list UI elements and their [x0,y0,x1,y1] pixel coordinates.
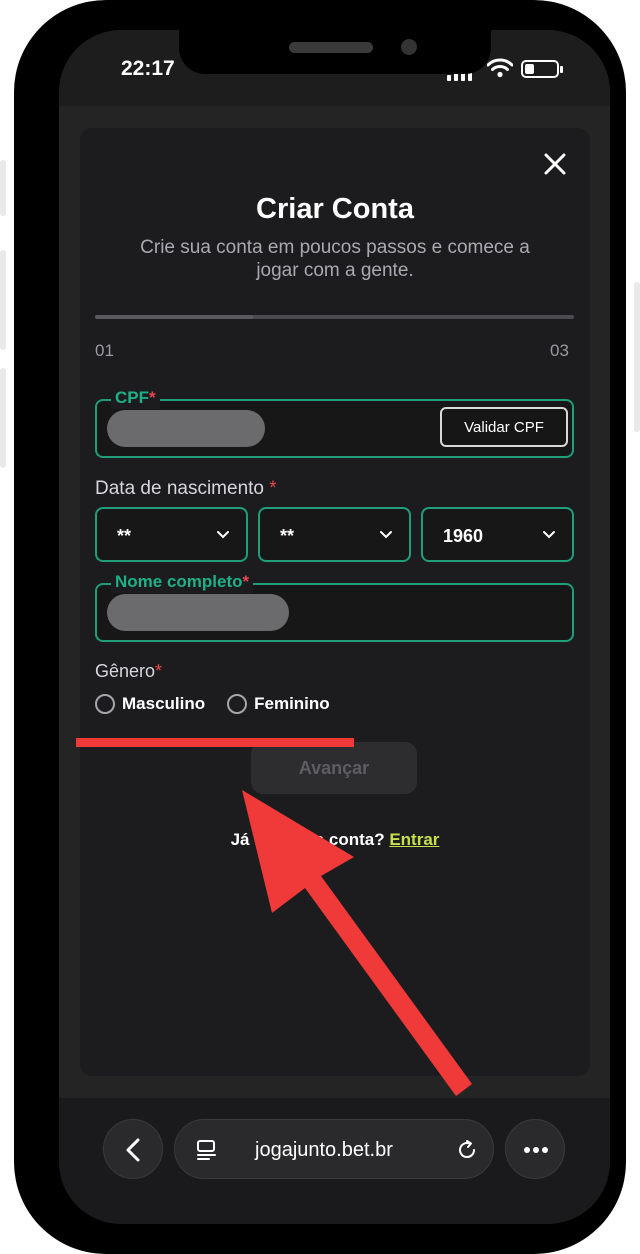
back-button[interactable] [103,1119,163,1179]
phone-notch [179,30,491,74]
browser-toolbar: jogajunto.bet.br [59,1098,610,1224]
full-name-label: Nome completo* [111,571,254,593]
chevron-down-icon [217,531,229,539]
phone-screen: 22:17 Criar Conta Crie sua conta em pouc… [59,30,610,1224]
gender-option-label: Feminino [254,694,330,713]
gender-option-feminino[interactable]: Feminino [227,694,330,714]
modal-title: Criar Conta [256,193,414,225]
reload-icon[interactable] [455,1138,479,1162]
full-name-field[interactable]: Nome completo* [95,571,574,642]
front-camera [401,39,417,55]
url-text: jogajunto.bet.br [255,1139,393,1161]
chevron-down-icon [543,531,555,539]
phone-frame: 22:17 Criar Conta Crie sua conta em pouc… [14,0,626,1254]
tabs-icon [197,1140,216,1160]
login-link[interactable]: Entrar [389,830,439,849]
birth-year-select[interactable]: 1960 [421,507,574,562]
phone-side-button [634,282,640,432]
gender-option-label: Masculino [122,694,206,713]
gender-option-masculino[interactable]: Masculino [95,694,205,714]
redacted-cpf-value [107,410,265,447]
phone-side-button [0,368,6,468]
battery-level [525,64,534,74]
speaker-grille [289,42,373,53]
phone-side-button [0,250,6,350]
more-icon [524,1147,548,1153]
status-time: 22:17 [121,57,175,80]
redacted-name-value [107,594,289,631]
modal-subtitle: Crie sua conta em poucos passos e comece… [140,237,530,281]
gender-label: Gênero* [95,661,163,681]
login-prompt: Já tem uma conta? Entrar [80,830,590,850]
cpf-field[interactable]: CPF* Validar CPF [95,387,574,458]
address-bar[interactable]: jogajunto.bet.br [174,1119,494,1179]
radio-circle[interactable] [227,694,248,714]
chevron-down-icon [380,531,392,539]
more-button[interactable] [505,1119,565,1179]
step-start-label: 01 [95,341,114,360]
progress-bar [95,315,574,319]
radio-circle[interactable] [95,694,115,714]
birth-year-value: 1960 [443,526,484,546]
cpf-label: CPF* [111,387,160,409]
wifi-icon [487,58,513,78]
birth-date-label: Data de nascimento * [95,478,277,499]
back-arrow-icon [126,1138,140,1162]
login-prompt-text: Já tem uma conta? [230,830,385,849]
birth-day-select[interactable]: ** [95,507,248,562]
birth-day-value: ** [117,526,132,546]
validate-cpf-button[interactable]: Validar CPF [440,407,568,447]
birth-month-select[interactable]: ** [258,507,411,562]
gender-options: Masculino Feminino [95,694,330,714]
battery-icon [521,60,563,78]
progress-fill [95,315,254,319]
birth-month-value: ** [280,526,295,546]
signup-modal: Criar Conta Crie sua conta em poucos pas… [80,128,590,1076]
close-icon[interactable] [539,148,571,180]
advance-button[interactable]: Avançar [251,742,417,794]
phone-side-button [0,160,6,216]
step-end-label: 03 [550,341,569,360]
